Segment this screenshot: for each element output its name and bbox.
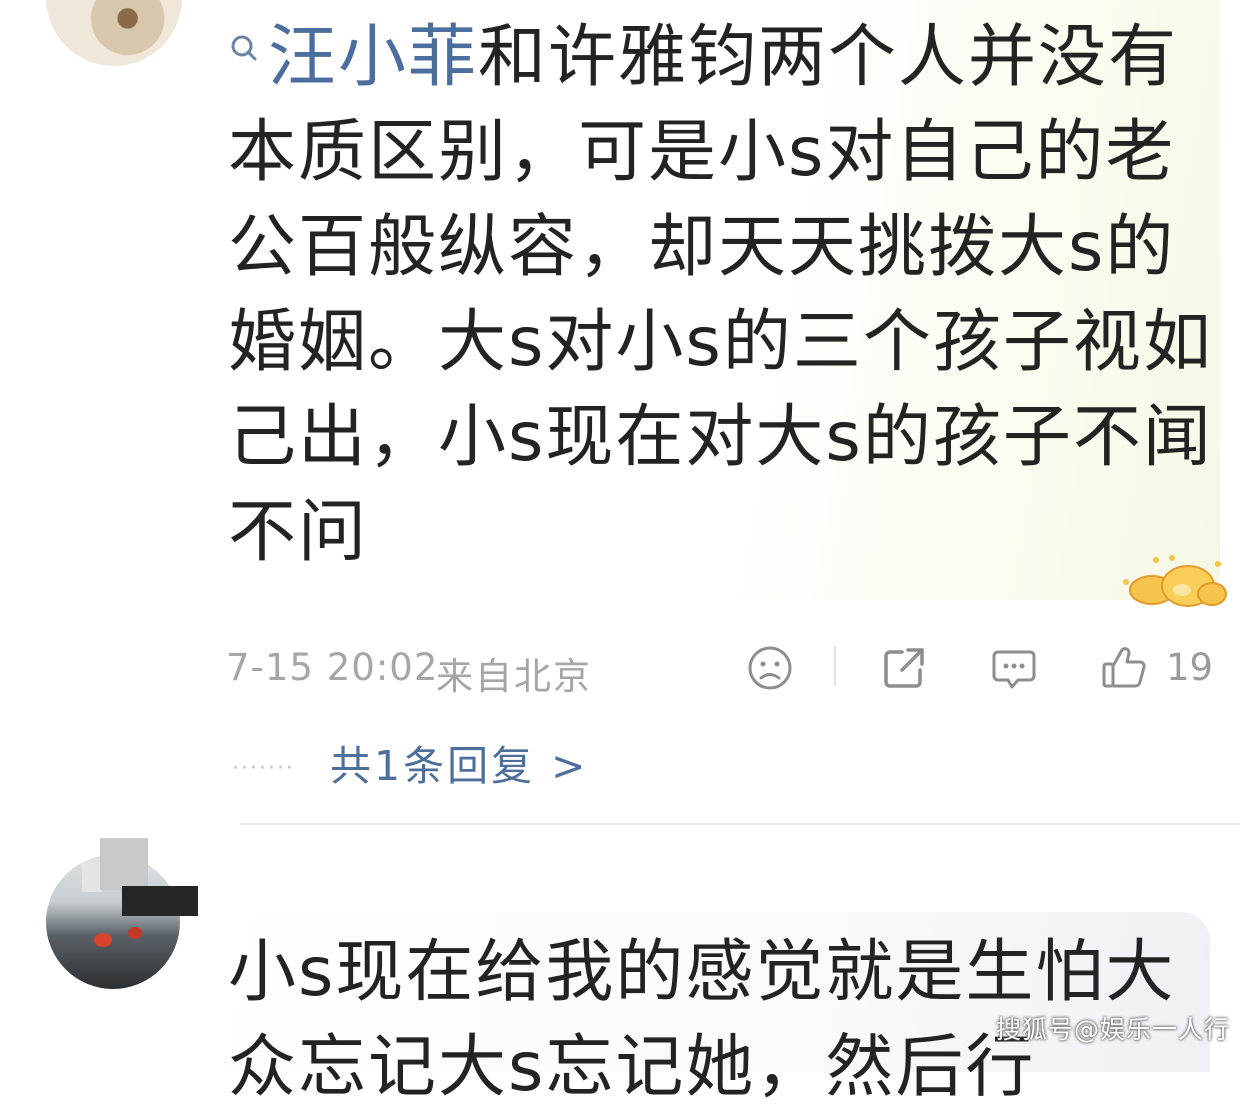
comment-meta: 7-15 20:02 来自北京 19 [226, 640, 1216, 700]
commenter-avatar[interactable] [46, 0, 182, 66]
username-mosaic [100, 838, 148, 890]
share-icon[interactable] [880, 644, 928, 692]
comment-text: 和许雅钧两个人并没有本质区别，可是小s对自己的老公百般纵容，却天天挑拨大s的婚姻… [228, 18, 1213, 572]
username-mosaic [82, 862, 102, 892]
search-icon[interactable] [228, 10, 268, 70]
username-mosaic [122, 886, 198, 916]
watermark: 搜狐号@娱乐一人行 [996, 1015, 1231, 1044]
avatar-flower [94, 933, 112, 947]
gold-ingot-sticker-icon [1112, 552, 1232, 612]
comment-location: 来自北京 [436, 655, 592, 698]
action-divider [834, 646, 836, 686]
comment-body: 汪小菲和许雅钧两个人并没有本质区别，可是小s对自己的老公百般纵容，却天天挑拨大s… [228, 10, 1218, 580]
comment-timestamp: 7-15 20:02 [226, 646, 439, 689]
replies-dots: ······· [232, 756, 295, 781]
replies-row: ······· 共1条回复 > [232, 730, 732, 790]
avatar-flower [128, 927, 142, 939]
comment-icon[interactable] [990, 644, 1038, 692]
mention-link[interactable]: 汪小菲 [268, 18, 478, 97]
sad-face-icon[interactable] [746, 644, 794, 692]
thumbs-up-icon[interactable] [1100, 644, 1148, 692]
like-count: 19 [1166, 646, 1214, 689]
view-replies-link[interactable]: 共1条回复 > [330, 732, 588, 792]
comment-divider [240, 823, 1240, 825]
